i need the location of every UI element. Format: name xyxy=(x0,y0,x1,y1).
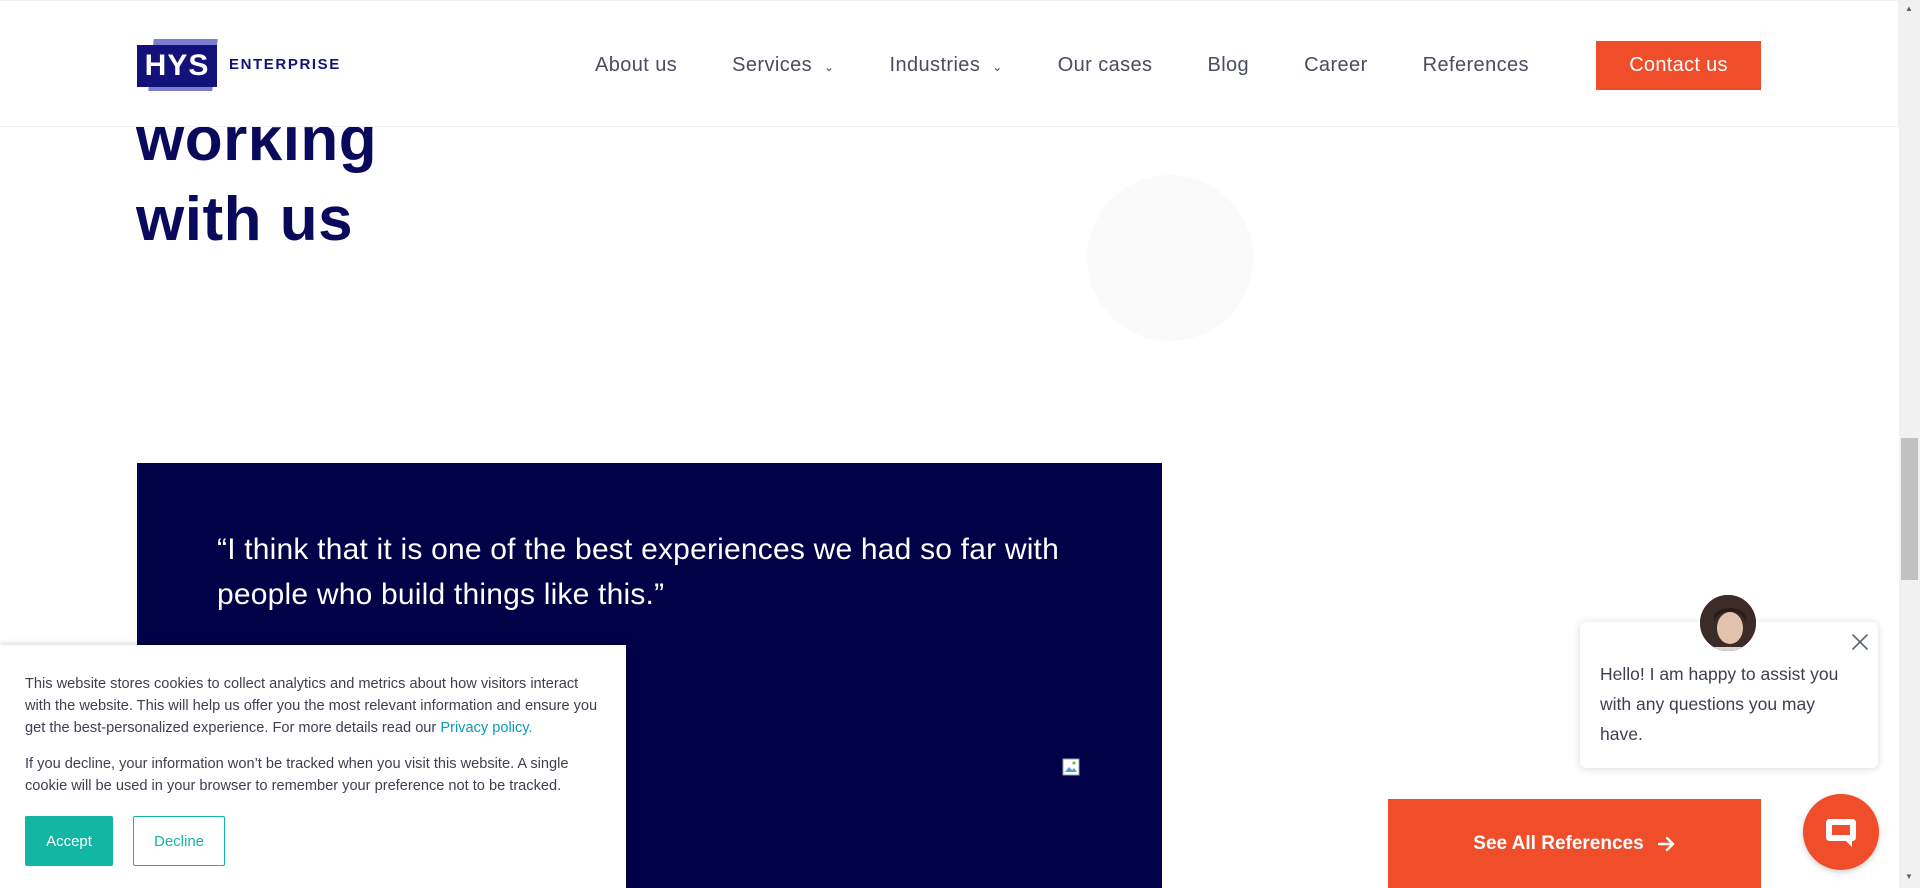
logo[interactable]: HYS ENTERPRISE xyxy=(137,35,341,95)
nav-references[interactable]: References xyxy=(1423,54,1529,77)
nav-our-cases[interactable]: Our cases xyxy=(1058,54,1153,77)
nav-label: About us xyxy=(595,54,678,76)
nav-label: Career xyxy=(1304,54,1368,76)
nav-blog[interactable]: Blog xyxy=(1207,54,1249,77)
contact-us-button[interactable]: Contact us xyxy=(1596,41,1761,90)
scrollbar-thumb[interactable] xyxy=(1901,438,1918,580)
chevron-down-icon: ⌄ xyxy=(992,59,1003,74)
nav-industries[interactable]: Industries ⌄ xyxy=(890,54,1003,77)
nav-label: Industries xyxy=(889,54,981,76)
logo-mark: HYS xyxy=(137,35,218,95)
site-header: HYS ENTERPRISE About us Services ⌄ Indust… xyxy=(0,0,1899,127)
main-nav: About us Services ⌄ Industries ⌄ Our cases… xyxy=(595,54,1584,77)
chat-message: Hello! I am happy to assist you with any… xyxy=(1600,664,1839,744)
chevron-down-icon: ⌄ xyxy=(824,59,835,74)
privacy-policy-link[interactable]: Privacy policy. xyxy=(440,720,532,736)
testimonial-quote: “I think that it is one of the best expe… xyxy=(217,533,1059,611)
see-all-references-button[interactable]: See All References xyxy=(1388,799,1761,888)
accept-button[interactable]: Accept xyxy=(25,816,113,866)
broken-image-icon xyxy=(1062,758,1080,776)
nav-label: References xyxy=(1422,54,1529,76)
chat-launcher-button[interactable] xyxy=(1803,794,1879,870)
nav-services[interactable]: Services ⌄ xyxy=(732,54,834,77)
page-scrollbar[interactable]: ▲ ▼ xyxy=(1899,0,1920,888)
logo-text: ENTERPRISE xyxy=(229,55,341,73)
cookie-text-1: This website stores cookies to collect a… xyxy=(25,676,598,736)
decline-button[interactable]: Decline xyxy=(133,816,225,866)
logo-mark-text: HYS xyxy=(137,45,217,87)
arrow-right-icon xyxy=(1657,836,1674,851)
scroll-up-icon[interactable]: ▲ xyxy=(1905,4,1913,13)
scroll-down-icon[interactable]: ▼ xyxy=(1905,872,1913,881)
nav-label: Services xyxy=(732,54,813,76)
nav-career[interactable]: Career xyxy=(1304,54,1368,77)
nav-label: Our cases xyxy=(1057,54,1153,76)
avatar xyxy=(1698,593,1758,653)
nav-label: Blog xyxy=(1207,54,1250,76)
heading-line-2: with us xyxy=(136,185,354,254)
chat-bubble-icon xyxy=(1826,819,1856,847)
decorative-circle xyxy=(1087,175,1253,341)
see-all-label: See All References xyxy=(1473,832,1644,854)
nav-about-us[interactable]: About us xyxy=(595,54,677,77)
close-icon[interactable] xyxy=(1850,632,1870,652)
cookie-text-2: If you decline, your information won’t b… xyxy=(25,756,569,794)
cookie-banner: This website stores cookies to collect a… xyxy=(0,645,626,888)
cookie-actions: Accept Decline xyxy=(25,816,602,866)
